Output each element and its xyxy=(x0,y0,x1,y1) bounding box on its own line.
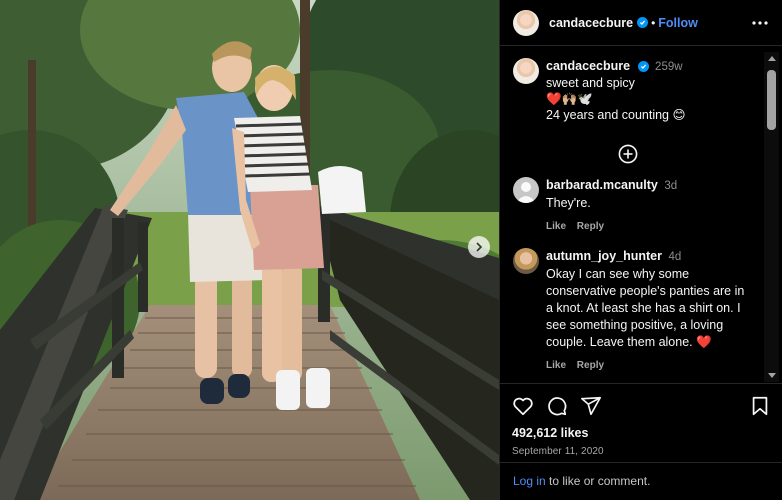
post-photo[interactable] xyxy=(0,0,499,500)
verified-badge-icon xyxy=(637,17,649,28)
caption-username[interactable]: candacecbure xyxy=(546,59,630,73)
like-heart-icon[interactable] xyxy=(512,395,534,417)
chevron-right-icon xyxy=(476,242,483,252)
commenter-username[interactable]: barbarad.mcanulty xyxy=(546,178,658,192)
default-avatar-icon xyxy=(516,182,536,203)
share-icon[interactable] xyxy=(580,395,602,417)
couple-on-bridge-image xyxy=(0,0,499,500)
scroll-down-arrow-icon[interactable] xyxy=(764,370,779,382)
comment-text: They're. xyxy=(546,196,591,210)
caption-time[interactable]: 259w xyxy=(655,61,683,73)
caption-line-3: 24 years and counting 😊 xyxy=(546,108,686,122)
login-prompt-text: to like or comment. xyxy=(545,474,651,488)
next-photo-button[interactable] xyxy=(468,236,490,258)
separator-dot: • xyxy=(651,15,656,30)
comment-item: autumn_joy_hunter 4d Okay I can see why … xyxy=(513,248,763,374)
comment-text: Okay I can see why some conservative peo… xyxy=(546,267,745,349)
like-count[interactable]: 492,612 likes xyxy=(512,426,771,440)
comments-list[interactable]: candacecbure 259w sweet and spicy ❤️🙌🏼🕊️… xyxy=(500,47,763,381)
login-link[interactable]: Log in xyxy=(513,474,546,488)
commenter-username[interactable]: autumn_joy_hunter xyxy=(546,249,662,263)
more-options-icon[interactable] xyxy=(750,13,770,33)
load-more-comments-icon[interactable] xyxy=(618,144,638,164)
comment-item: barbarad.mcanulty 3d They're. Like Reply xyxy=(513,177,763,235)
caption-author-avatar[interactable] xyxy=(513,58,539,84)
reply-comment-button[interactable]: Reply xyxy=(577,360,604,371)
post-sidebar: candacecbure • Follow candacecbure 259w … xyxy=(499,0,782,500)
caption-line-1: sweet and spicy xyxy=(546,76,635,90)
login-prompt: Log in to like or comment. xyxy=(500,462,782,488)
comments-scrollbar[interactable] xyxy=(764,52,779,382)
post-date[interactable]: September 11, 2020 xyxy=(512,446,771,457)
follow-button[interactable]: Follow xyxy=(658,16,698,30)
verified-badge-icon xyxy=(637,61,649,72)
author-username[interactable]: candacecbure xyxy=(549,16,633,30)
author-avatar[interactable] xyxy=(513,9,539,36)
bookmark-icon[interactable] xyxy=(749,395,771,417)
like-comment-button[interactable]: Like xyxy=(546,360,566,371)
comment-time[interactable]: 3d xyxy=(664,180,677,192)
like-comment-button[interactable]: Like xyxy=(546,221,566,232)
commenter-avatar[interactable] xyxy=(513,248,539,274)
commenter-avatar[interactable] xyxy=(513,177,539,203)
scroll-up-arrow-icon[interactable] xyxy=(764,52,779,64)
comment-icon[interactable] xyxy=(546,395,568,417)
reply-comment-button[interactable]: Reply xyxy=(577,221,604,232)
scrollbar-thumb[interactable] xyxy=(767,70,776,130)
comment-time[interactable]: 4d xyxy=(668,251,681,263)
post-actions: 492,612 likes September 11, 2020 xyxy=(500,383,782,457)
caption-line-2: ❤️🙌🏼🕊️ xyxy=(546,92,593,106)
post-header: candacecbure • Follow xyxy=(500,0,782,46)
post-caption: candacecbure 259w sweet and spicy ❤️🙌🏼🕊️… xyxy=(513,58,763,123)
